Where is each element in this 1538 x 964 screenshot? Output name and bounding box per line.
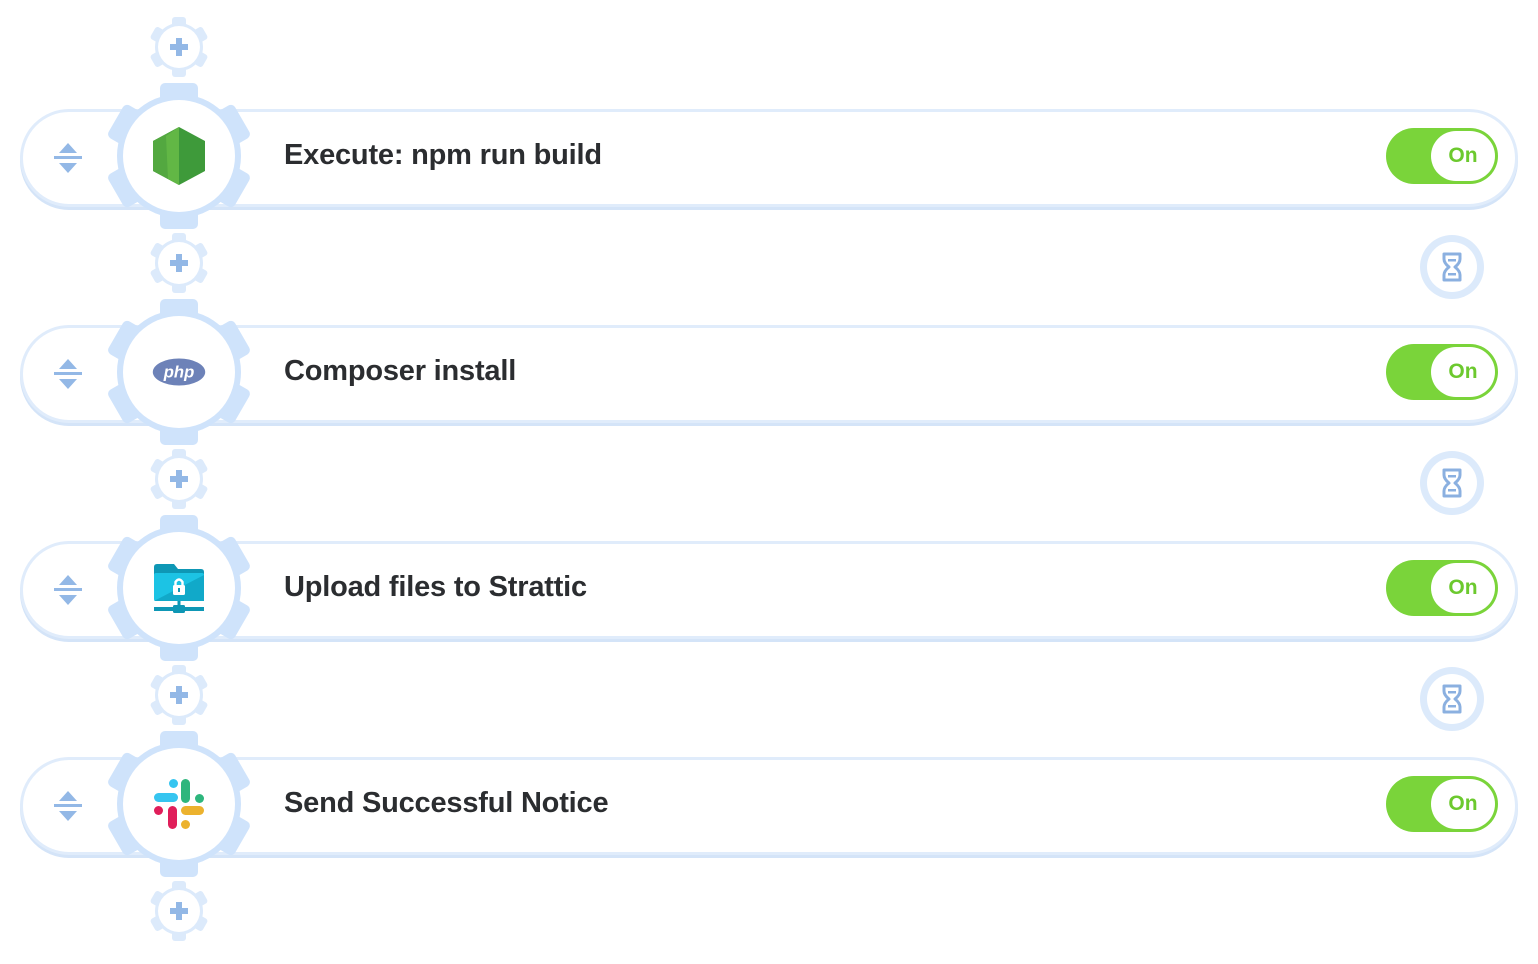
slack-icon [154,779,204,829]
nodejs-icon [153,127,205,185]
delay-button[interactable] [1420,451,1484,515]
gear-plus-icon [147,231,211,295]
reorder-icon [50,573,86,607]
add-step-button[interactable] [147,231,211,295]
add-step-button[interactable] [147,447,211,511]
php-icon: php [152,358,206,386]
toggle-label: On [1431,563,1495,613]
gear-plus-icon [147,447,211,511]
toggle-label: On [1431,131,1495,181]
pipeline: Execute: npm run build On php Composer i… [0,0,1538,964]
gear-plus-icon [147,663,211,727]
pipeline-step[interactable]: Send Successful Notice On [20,757,1518,855]
step-title: Send Successful Notice [284,787,609,819]
step-icon-wrap: php [152,345,206,399]
reorder-icon [50,357,86,391]
step-title: Composer install [284,355,517,387]
drag-handle[interactable] [50,573,86,607]
add-step-button[interactable] [147,15,211,79]
delay-button[interactable] [1420,667,1484,731]
pipeline-step[interactable]: Execute: npm run build On [20,109,1518,207]
delay-button[interactable] [1420,235,1484,299]
step-toggle[interactable]: On [1386,344,1498,400]
php-logo-text: php [163,363,195,382]
add-step-button[interactable] [147,879,211,943]
step-toggle[interactable]: On [1386,128,1498,184]
add-step-button[interactable] [147,663,211,727]
reorder-icon [50,141,86,175]
gear-plus-icon [147,879,211,943]
step-title: Execute: npm run build [284,139,602,171]
step-gear[interactable] [102,79,256,233]
step-icon-wrap [152,127,206,185]
step-icon-wrap [152,777,206,831]
step-toggle[interactable]: On [1386,776,1498,832]
sftp-folder-icon [154,564,204,613]
step-gear[interactable] [102,511,256,665]
hourglass-icon [1441,251,1463,283]
step-icon-wrap [152,561,206,615]
step-title: Upload files to Strattic [284,571,587,603]
drag-handle[interactable] [50,789,86,823]
reorder-icon [50,789,86,823]
pipeline-step[interactable]: Upload files to Strattic On [20,541,1518,639]
step-gear[interactable] [102,727,256,881]
drag-handle[interactable] [50,357,86,391]
gear-plus-icon [147,15,211,79]
toggle-label: On [1431,779,1495,829]
hourglass-icon [1441,467,1463,499]
pipeline-step[interactable]: php Composer install On [20,325,1518,423]
toggle-label: On [1431,347,1495,397]
hourglass-icon [1441,683,1463,715]
step-gear[interactable]: php [102,295,256,449]
drag-handle[interactable] [50,141,86,175]
step-toggle[interactable]: On [1386,560,1498,616]
